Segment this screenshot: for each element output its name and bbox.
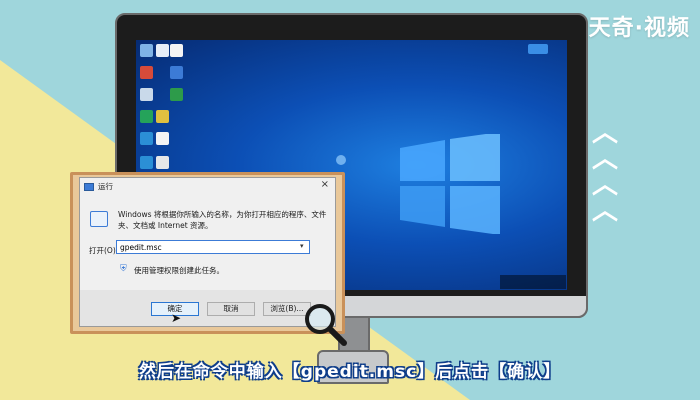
run-dialog: 运行 × Windows 将根据你所输入的名称，为你打开相应的程序、文件夹、文档…: [79, 177, 336, 327]
chevron-up-icon: ︿: [592, 118, 619, 148]
desktop-icon[interactable]: [336, 155, 346, 165]
run-icon: [90, 211, 108, 227]
open-label: 打开(O):: [89, 246, 119, 255]
dialog-title-bar: 运行: [84, 181, 113, 192]
open-input[interactable]: [116, 240, 310, 254]
desktop-icon[interactable]: [156, 44, 169, 57]
cancel-button[interactable]: 取消: [207, 302, 255, 316]
desktop-icon[interactable]: [140, 132, 153, 145]
magnifier-icon: [305, 304, 347, 346]
taskbar[interactable]: [500, 275, 566, 289]
desktop-icon[interactable]: [140, 156, 153, 169]
desktop-icon[interactable]: [528, 44, 548, 54]
desktop-icon[interactable]: [140, 88, 153, 101]
desktop-icon[interactable]: [140, 44, 153, 57]
desktop-icon[interactable]: [170, 66, 183, 79]
desktop-icon[interactable]: [140, 66, 153, 79]
caption-subtitle: 然后在命令中输入【gpedit.msc】后点击【确认】: [138, 362, 562, 382]
mouse-cursor-icon: ➤: [171, 311, 182, 325]
desktop-icon[interactable]: [170, 88, 183, 101]
chevron-down-icon[interactable]: ▾: [300, 242, 304, 250]
desktop-icon[interactable]: [156, 156, 169, 169]
brand-logo: 天奇·视频: [588, 16, 690, 41]
close-button[interactable]: ×: [321, 179, 329, 190]
desktop-icon[interactable]: [156, 132, 169, 145]
dialog-description: Windows 将根据你所输入的名称，为你打开相应的程序、文件夹、文档或 Int…: [118, 210, 327, 230]
chevron-up-icon: ︿: [592, 196, 619, 226]
shield-icon: ⛨: [120, 264, 127, 274]
decor-chevrons: ︿ ︿ ︿ ︿: [592, 120, 618, 224]
desktop-icon[interactable]: [156, 110, 169, 123]
dialog-title: 运行: [98, 182, 113, 191]
admin-note: 使用管理权限创建此任务。: [134, 266, 224, 275]
chevron-up-icon: ︿: [592, 170, 619, 200]
run-icon: [84, 182, 94, 191]
desktop-icon[interactable]: [170, 44, 183, 57]
chevron-up-icon: ︿: [592, 144, 619, 174]
windows-logo-icon: [400, 134, 500, 234]
desktop-icon[interactable]: [140, 110, 153, 123]
